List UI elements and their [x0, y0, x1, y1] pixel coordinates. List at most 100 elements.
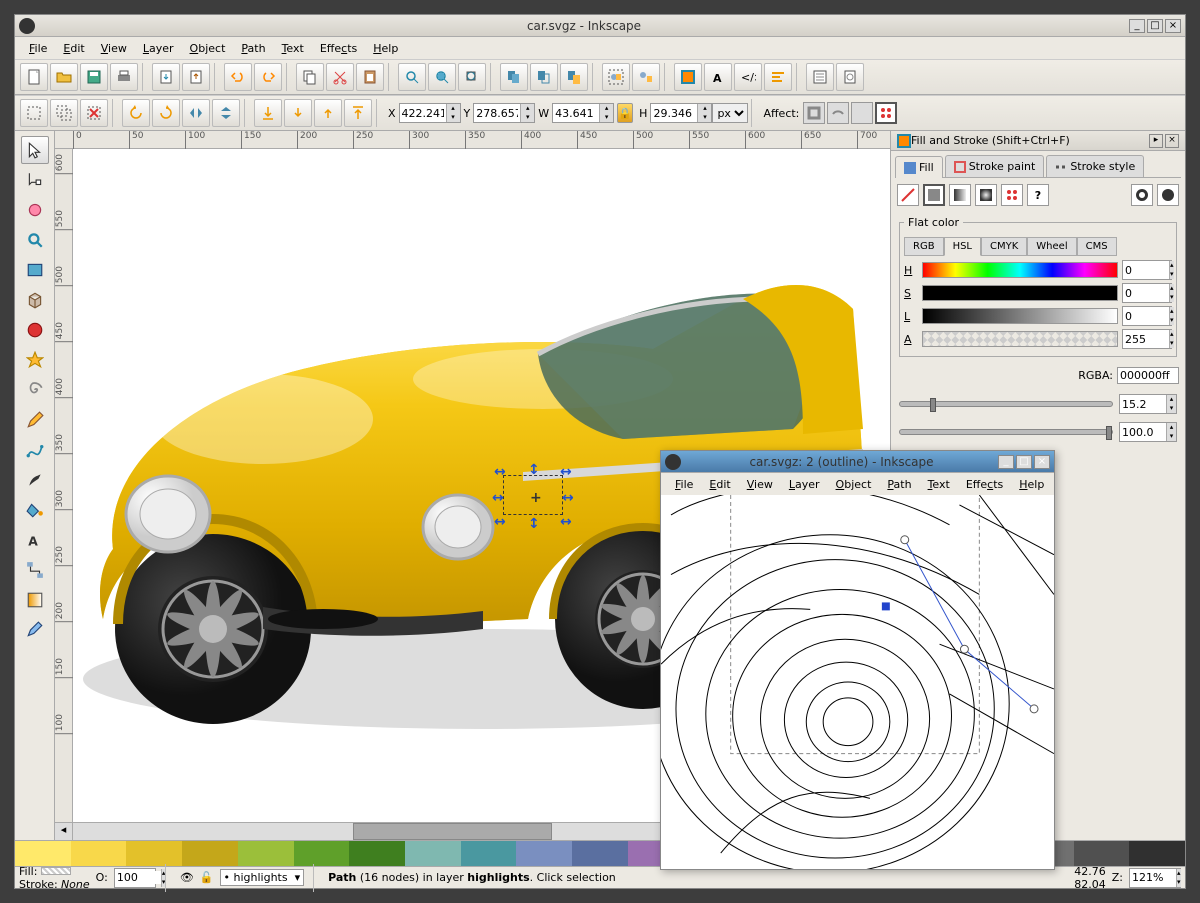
affect-stroke-button[interactable]	[803, 102, 825, 124]
cmyk-tab[interactable]: CMYK	[981, 237, 1027, 256]
no-paint-button[interactable]	[897, 184, 919, 206]
bucket-tool[interactable]	[21, 496, 49, 524]
lock-icon[interactable]: 🔒	[617, 103, 633, 123]
new-button[interactable]	[20, 63, 48, 91]
panel-min-button[interactable]: ▸	[1149, 134, 1163, 148]
outline-maximize-button[interactable]: □	[1016, 455, 1032, 469]
palette-swatch[interactable]	[182, 841, 238, 866]
rotate-ccw-button[interactable]	[122, 99, 150, 127]
clone-button[interactable]	[530, 63, 558, 91]
lower-button[interactable]	[284, 99, 312, 127]
prefs-button[interactable]	[806, 63, 834, 91]
menu-edit[interactable]: Edit	[55, 39, 92, 58]
unit-select[interactable]: px	[712, 103, 748, 123]
panel-close-button[interactable]: ×	[1165, 134, 1179, 148]
outline-canvas[interactable]	[661, 495, 1054, 869]
rgba-input[interactable]	[1117, 367, 1179, 384]
redo-button[interactable]	[254, 63, 282, 91]
zoom-tool[interactable]	[21, 226, 49, 254]
import-button[interactable]	[152, 63, 180, 91]
light-input[interactable]: ▴▾	[1122, 306, 1172, 326]
xml-editor-button[interactable]: </>	[734, 63, 762, 91]
node-tool[interactable]	[21, 166, 49, 194]
group-button[interactable]	[602, 63, 630, 91]
raise-button[interactable]	[314, 99, 342, 127]
palette-swatch[interactable]	[572, 841, 628, 866]
layer-select[interactable]: • highlights ▾	[220, 869, 305, 886]
light-slider[interactable]	[922, 308, 1118, 324]
zoom-input[interactable]: ▴▾	[1129, 868, 1181, 888]
zoom-fit-button[interactable]	[398, 63, 426, 91]
deselect-button[interactable]	[80, 99, 108, 127]
rotate-cw-button[interactable]	[152, 99, 180, 127]
zoom-drawing-button[interactable]	[428, 63, 456, 91]
linear-grad-button[interactable]	[949, 184, 971, 206]
fill-stroke-button[interactable]	[674, 63, 702, 91]
palette-swatch[interactable]	[294, 841, 350, 866]
minimize-button[interactable]: _	[1129, 19, 1145, 33]
spiral-tool[interactable]	[21, 376, 49, 404]
tweak-tool[interactable]	[21, 196, 49, 224]
paste-button[interactable]	[356, 63, 384, 91]
pencil-tool[interactable]	[21, 406, 49, 434]
connector-tool[interactable]	[21, 556, 49, 584]
palette-swatch[interactable]	[126, 841, 182, 866]
blur-slider[interactable]	[899, 401, 1113, 407]
3dbox-tool[interactable]	[21, 286, 49, 314]
outline-menu-path[interactable]: Path	[879, 475, 919, 494]
outline-menu-text[interactable]: Text	[920, 475, 958, 494]
palette-swatch[interactable]	[461, 841, 517, 866]
raise-top-button[interactable]	[344, 99, 372, 127]
radial-grad-button[interactable]	[975, 184, 997, 206]
text-props-button[interactable]: A	[704, 63, 732, 91]
evenodd-button[interactable]	[1131, 184, 1153, 206]
unknown-paint-button[interactable]: ?	[1027, 184, 1049, 206]
star-tool[interactable]	[21, 346, 49, 374]
undo-button[interactable]	[224, 63, 252, 91]
outline-close-button[interactable]: ×	[1034, 455, 1050, 469]
lower-bottom-button[interactable]	[254, 99, 282, 127]
outline-menu-edit[interactable]: Edit	[701, 475, 738, 494]
affect-gradient-button[interactable]	[851, 102, 873, 124]
outline-menu-view[interactable]: View	[739, 475, 781, 494]
pattern-button[interactable]	[1001, 184, 1023, 206]
outline-minimize-button[interactable]: _	[998, 455, 1014, 469]
select-all-button[interactable]	[20, 99, 48, 127]
palette-swatch[interactable]	[238, 841, 294, 866]
palette-swatch[interactable]	[1074, 841, 1130, 866]
nonzero-button[interactable]	[1157, 184, 1179, 206]
rect-tool[interactable]	[21, 256, 49, 284]
menu-help[interactable]: Help	[365, 39, 406, 58]
copy-button[interactable]	[296, 63, 324, 91]
x-input[interactable]: ▴▾	[399, 103, 461, 123]
menu-file[interactable]: File	[21, 39, 55, 58]
flip-h-button[interactable]	[182, 99, 210, 127]
tab-stroke-paint[interactable]: Stroke paint	[945, 155, 1045, 177]
opacity-input[interactable]: ▴▾	[1119, 422, 1177, 442]
layer-lock-icon[interactable]: 🔓	[200, 871, 214, 884]
menu-text[interactable]: Text	[274, 39, 312, 58]
menu-effects[interactable]: Effects	[312, 39, 365, 58]
outline-menu-help[interactable]: Help	[1011, 475, 1052, 494]
opacity-slider[interactable]	[899, 429, 1113, 435]
unlink-clone-button[interactable]	[560, 63, 588, 91]
gradient-tool[interactable]	[21, 586, 49, 614]
export-button[interactable]	[182, 63, 210, 91]
text-tool[interactable]: A	[21, 526, 49, 554]
doc-prefs-button[interactable]	[836, 63, 864, 91]
alpha-input[interactable]: ▴▾	[1122, 329, 1172, 349]
outline-menu-effects[interactable]: Effects	[958, 475, 1011, 494]
stroke-indicator[interactable]: None	[61, 878, 90, 891]
cut-button[interactable]	[326, 63, 354, 91]
close-button[interactable]: ×	[1165, 19, 1181, 33]
flat-color-button[interactable]	[923, 184, 945, 206]
calligraphy-tool[interactable]	[21, 466, 49, 494]
selector-tool[interactable]	[21, 136, 49, 164]
blur-input[interactable]: ▴▾	[1119, 394, 1177, 414]
w-input[interactable]: ▴▾	[552, 103, 614, 123]
palette-swatch[interactable]	[405, 841, 461, 866]
outline-menu-file[interactable]: File	[667, 475, 701, 494]
affect-pattern-button[interactable]	[875, 102, 897, 124]
fill-indicator[interactable]	[41, 867, 71, 875]
flip-v-button[interactable]	[212, 99, 240, 127]
